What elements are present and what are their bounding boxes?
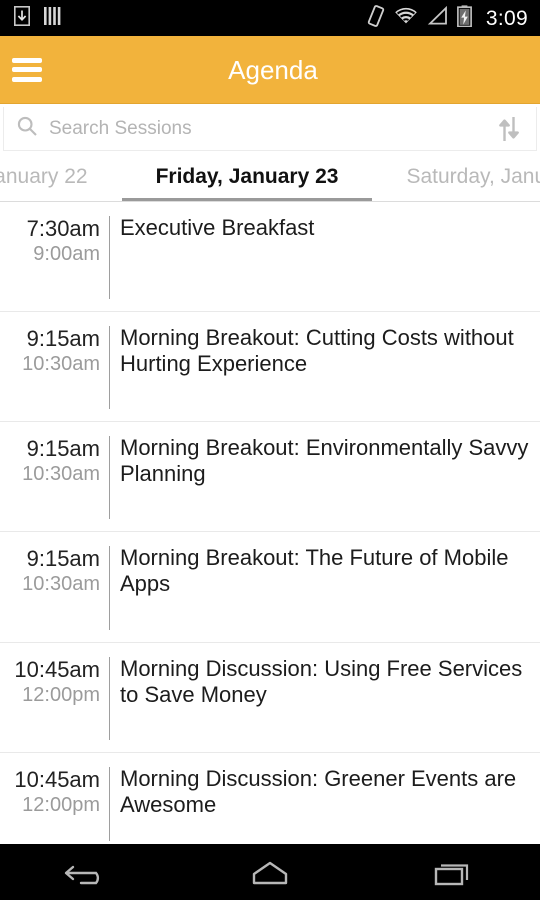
session-title: Morning Breakout: Environmentally Savvy … — [120, 435, 529, 486]
status-bar: 3:09 — [0, 0, 540, 36]
vibrate-icon — [367, 4, 385, 32]
status-bar-right-icons: 3:09 — [367, 4, 528, 32]
session-end-time: 10:30am — [22, 353, 100, 375]
session-start-time: 10:45am — [14, 767, 100, 792]
tab-january-22[interactable]: , January 22 — [0, 151, 122, 201]
equalizer-icon — [44, 6, 61, 31]
session-times: 9:15am 10:30am — [0, 312, 100, 421]
session-end-time: 9:00am — [33, 243, 100, 265]
recents-icon[interactable] — [360, 844, 540, 900]
status-bar-clock: 3:09 — [485, 6, 528, 30]
android-navigation-bar — [0, 844, 540, 900]
session-row[interactable]: 9:15am 10:30am Morning Breakout: The Fut… — [0, 532, 540, 643]
session-times: 10:45am 12:00pm — [0, 753, 100, 841]
session-end-time: 12:00pm — [22, 684, 100, 706]
session-end-time: 10:30am — [22, 463, 100, 485]
session-row[interactable]: 10:45am 12:00pm Morning Discussion: Usin… — [0, 643, 540, 753]
session-times: 9:15am 10:30am — [0, 532, 100, 642]
session-title: Morning Discussion: Greener Events are A… — [120, 766, 517, 817]
search-bar[interactable] — [3, 107, 537, 151]
status-bar-left-icons — [14, 5, 61, 31]
tab-january-23[interactable]: Friday, January 23 — [121, 151, 373, 201]
battery-charging-icon — [456, 4, 472, 32]
session-times: 9:15am 10:30am — [0, 422, 100, 531]
hamburger-bar-1 — [12, 57, 42, 63]
app-bar: Agenda — [0, 36, 540, 104]
hamburger-menu-icon[interactable] — [10, 57, 44, 83]
session-start-time: 9:15am — [26, 326, 100, 351]
session-list[interactable]: 7:30am 9:00am Executive Breakfast 9:15am… — [0, 202, 540, 841]
session-times: 10:45am 12:00pm — [0, 643, 100, 752]
session-start-time: 9:15am — [26, 436, 100, 461]
session-start-time: 9:15am — [26, 546, 100, 571]
session-row[interactable]: 9:15am 10:30am Morning Breakout: Environ… — [0, 422, 540, 532]
search-input[interactable] — [38, 117, 492, 140]
search-icon — [16, 115, 38, 142]
phone-screen: 3:09 Agenda Search Sessions nuary 22 Fri… — [0, 0, 540, 900]
session-row[interactable]: 7:30am 9:00am Executive Breakfast — [0, 202, 540, 312]
sort-arrows-icon[interactable] — [492, 112, 526, 146]
session-title: Morning Breakout: Cutting Costs without … — [120, 325, 514, 376]
session-end-time: 10:30am — [22, 573, 100, 595]
session-title: Morning Breakout: The Future of Mobile A… — [120, 545, 509, 596]
session-row[interactable]: 9:15am 10:30am Morning Breakout: Cutting… — [0, 312, 540, 422]
tab-january-24[interactable]: Saturday, January 24 — [372, 151, 540, 201]
back-icon[interactable] — [0, 844, 180, 900]
cell-signal-icon — [427, 5, 448, 31]
session-start-time: 10:45am — [14, 657, 100, 682]
session-row[interactable]: 10:45am 12:00pm Morning Discussion: Gree… — [0, 753, 540, 841]
day-tab-strip[interactable]: , January 22 Friday, January 23 Saturday… — [0, 151, 540, 202]
session-title: Executive Breakfast — [120, 215, 315, 240]
download-icon — [14, 5, 30, 31]
session-start-time: 7:30am — [26, 216, 100, 241]
hamburger-bar-2 — [12, 67, 42, 72]
page-title: Agenda — [228, 54, 318, 85]
session-times: 7:30am 9:00am — [0, 202, 100, 311]
home-icon[interactable] — [180, 844, 360, 900]
wifi-icon — [394, 6, 418, 31]
day-tabs: , January 22 Friday, January 23 Saturday… — [0, 151, 540, 201]
session-title: Morning Discussion: Using Free Services … — [120, 656, 523, 707]
session-end-time: 12:00pm — [22, 794, 100, 816]
hamburger-bar-3 — [12, 76, 42, 82]
search-section — [0, 104, 540, 151]
